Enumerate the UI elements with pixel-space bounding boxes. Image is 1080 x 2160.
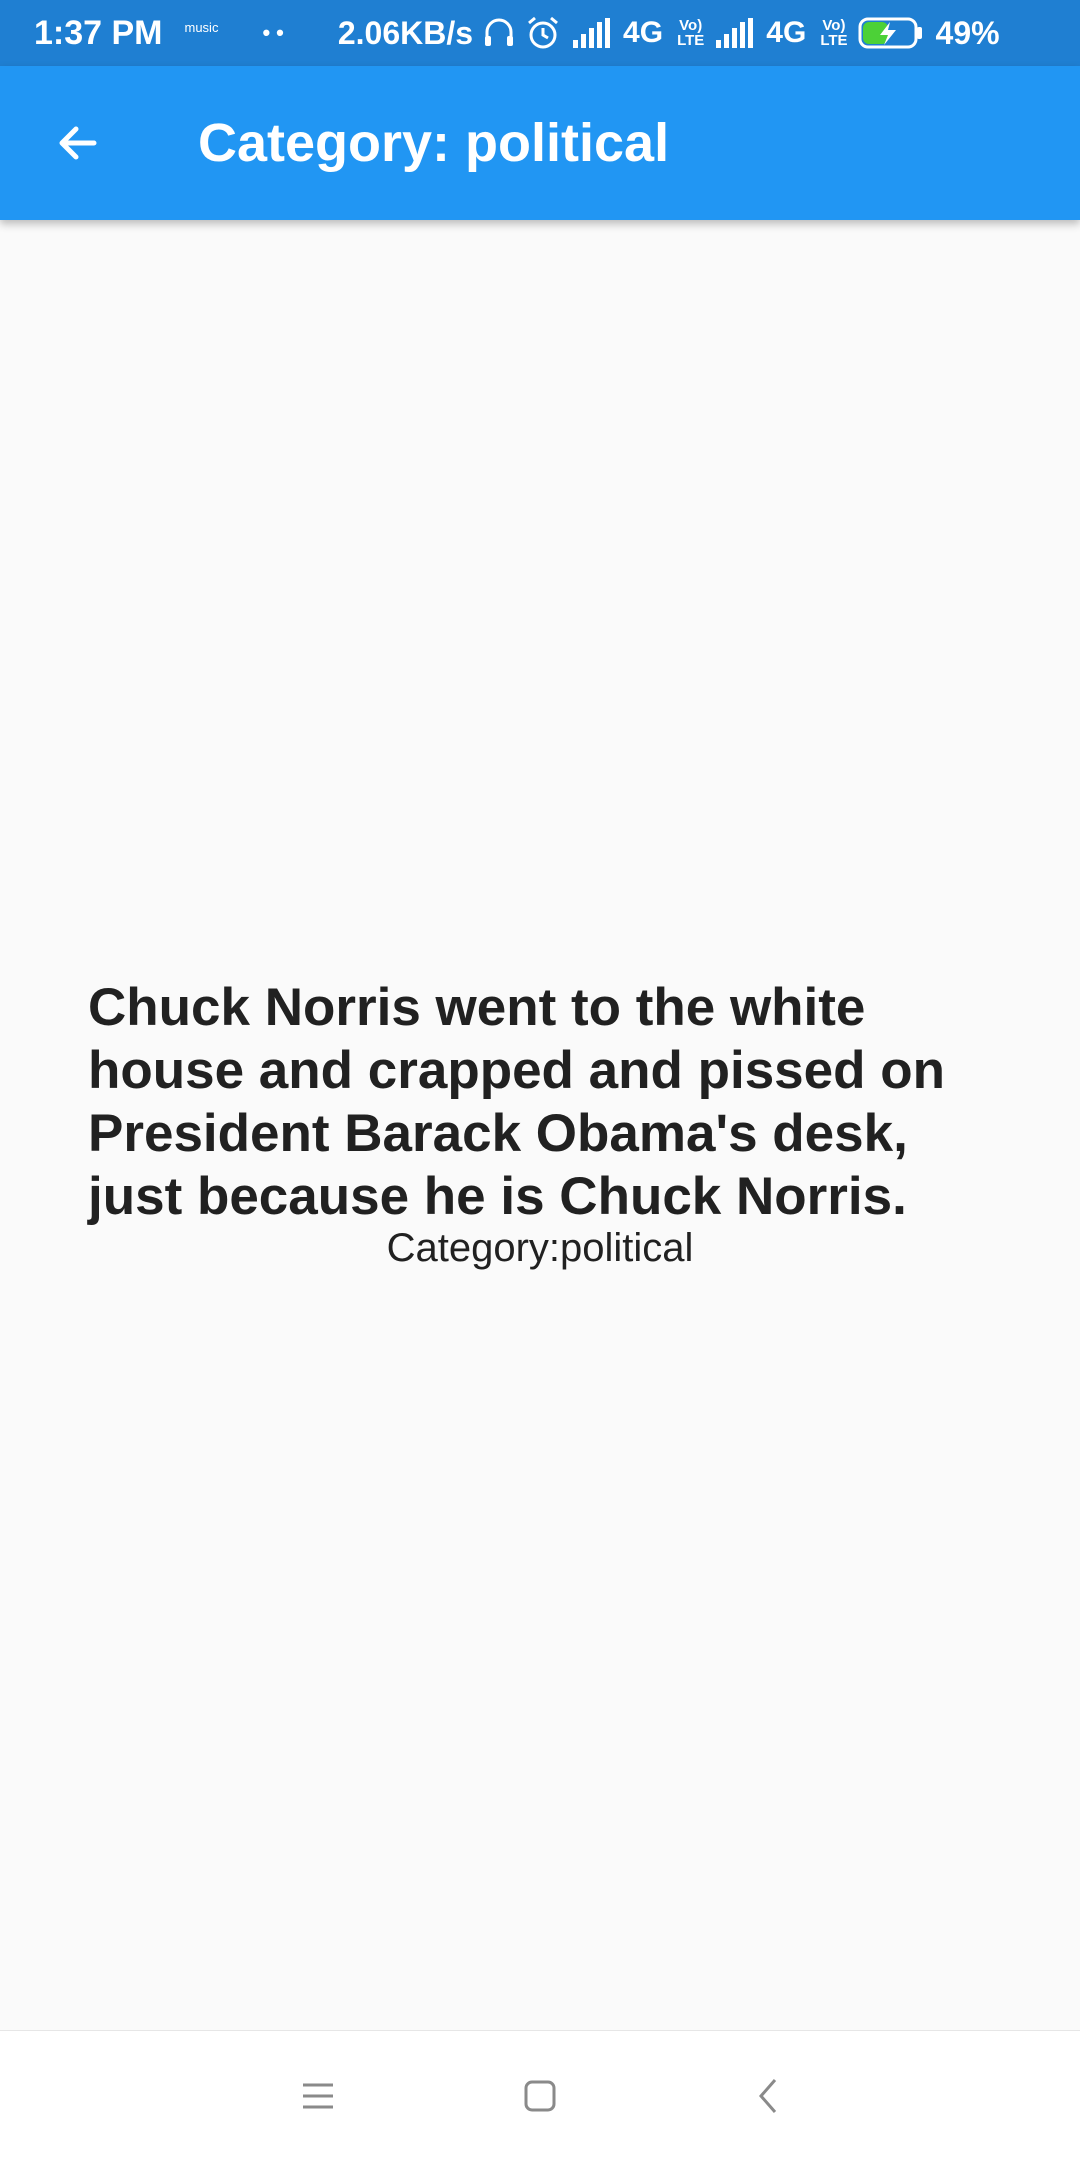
signal-icon [714,18,754,48]
arrow-back-icon [59,126,97,160]
joke-category: Category:political [386,1226,694,1270]
signal-icon [571,18,611,48]
volte-bottom-1: LTE [677,32,705,49]
menu-icon [303,2083,333,2109]
volte-badge-1: Vo) LTE [677,18,704,48]
system-nav-bar [0,2030,1080,2160]
network-speed: 2.06KB/s [337,14,474,51]
volte-bottom-2: LTE [820,32,848,49]
music-app-icon: music [184,19,219,35]
notification-dots: •• [262,20,290,45]
status-bar: 1:37 PM music •• 2.06KB/s 4G Vo) LTE 4G … [0,0,1080,66]
system-back-button[interactable] [728,2061,808,2131]
app-bar: Category: political [0,66,1080,220]
battery-percent: 49% [935,14,1000,51]
alarm-icon [525,15,561,51]
home-square-icon [524,2080,556,2112]
network-type-1: 4G [623,16,664,49]
network-type-2: 4G [766,16,807,49]
status-time: 1:37 PM [34,13,163,52]
home-button[interactable] [500,2061,580,2131]
battery-charging-icon [858,16,924,50]
back-chevron-icon [759,2079,777,2113]
volte-badge-2: Vo) LTE [820,18,847,48]
joke-content: Chuck Norris went to the white house and… [0,220,1080,2030]
recents-button[interactable] [278,2061,358,2131]
back-button[interactable] [42,107,114,179]
page-title: Category: political [198,113,670,173]
headset-icon [483,16,515,50]
joke-text: Chuck Norris went to the white house and… [88,978,945,1226]
